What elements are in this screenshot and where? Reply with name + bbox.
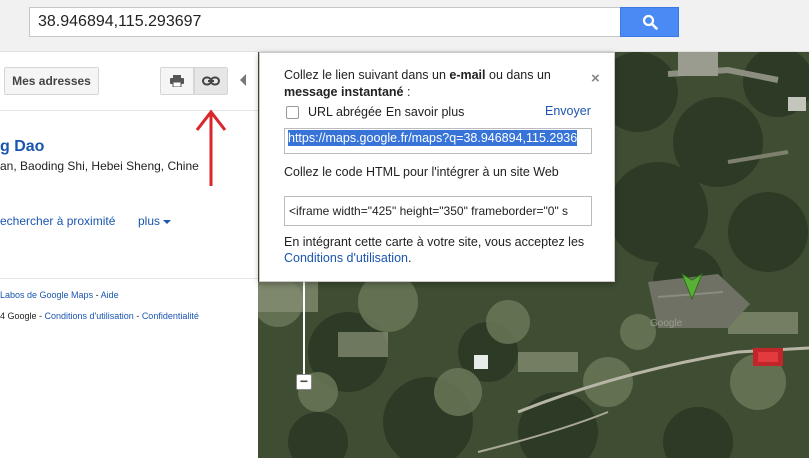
- print-button[interactable]: [160, 67, 194, 95]
- terms-link[interactable]: Conditions d'utilisation: [45, 311, 134, 321]
- chevron-down-icon: [163, 219, 172, 224]
- footer-sep: -: [93, 290, 101, 300]
- copyright-text: 4 Google: [0, 311, 37, 321]
- share-url-selected-text: https://maps.google.fr/maps?q=38.946894,…: [288, 130, 578, 146]
- footer-line-1: Labos de Google Maps - Aide: [0, 290, 119, 300]
- learn-more-link[interactable]: En savoir plus: [386, 105, 465, 119]
- left-panel: Mes adresses g Dao an, Baoding Shi, Hebe…: [0, 52, 258, 458]
- send-link[interactable]: Envoyer: [545, 104, 591, 118]
- footer-sep: -: [133, 311, 142, 321]
- share-intro-text: Collez le lien suivant dans un e-mail ou…: [284, 67, 584, 101]
- divider: [0, 278, 258, 279]
- footer-line-2: 4 Google - Conditions d'utilisation - Co…: [0, 311, 199, 321]
- help-link[interactable]: Aide: [101, 290, 119, 300]
- footer-sep: -: [36, 311, 45, 321]
- short-url-row: URL abrégée En savoir plus: [286, 105, 464, 119]
- terms-text: En intégrant cette carte à votre site, v…: [284, 235, 585, 249]
- plus-dropdown[interactable]: plus: [138, 214, 172, 228]
- close-icon[interactable]: ×: [591, 70, 600, 87]
- privacy-link[interactable]: Confidentialité: [142, 311, 199, 321]
- short-url-label: URL abrégée: [308, 105, 382, 119]
- link-icon: [202, 76, 220, 86]
- search-nearby-link[interactable]: echercher à proximité: [0, 214, 115, 228]
- intro-bold-message: message instantané: [284, 85, 404, 99]
- embed-html-label: Collez le code HTML pour l'intégrer à un…: [284, 165, 559, 179]
- zoom-out-button[interactable]: −: [296, 374, 312, 390]
- search-input[interactable]: [29, 7, 620, 37]
- print-icon: [170, 75, 184, 87]
- place-title[interactable]: g Dao: [0, 138, 44, 156]
- share-url-field[interactable]: https://maps.google.fr/maps?q=38.946894,…: [284, 128, 592, 154]
- intro-bold-email: e-mail: [449, 68, 486, 82]
- map-watermark: Google: [650, 318, 683, 329]
- map-marker-icon[interactable]: [680, 268, 704, 300]
- search-icon: [642, 14, 658, 30]
- top-bar: [0, 0, 809, 52]
- plus-label: plus: [138, 214, 161, 228]
- intro-text-1: Collez le lien suivant dans un: [284, 68, 450, 82]
- terms-of-use-link[interactable]: Conditions d'utilisation: [284, 251, 408, 265]
- collapse-arrow-icon[interactable]: [240, 74, 246, 86]
- place-address: an, Baoding Shi, Hebei Sheng, Chine: [0, 159, 199, 173]
- intro-text-2: ou dans un: [485, 68, 551, 82]
- embed-terms-text: En intégrant cette carte à votre site, v…: [284, 234, 594, 266]
- red-arrow-annotation: [195, 109, 227, 186]
- link-button[interactable]: [194, 67, 228, 95]
- embed-html-field[interactable]: <iframe width="425" height="350" framebo…: [284, 196, 592, 226]
- share-link-popup: Collez le lien suivant dans un e-mail ou…: [259, 52, 615, 282]
- labs-link[interactable]: Labos de Google Maps: [0, 290, 93, 300]
- search-button[interactable]: [620, 7, 679, 37]
- short-url-checkbox[interactable]: [286, 105, 299, 119]
- mes-adresses-button[interactable]: Mes adresses: [4, 67, 99, 95]
- zoom-slider-track[interactable]: [303, 282, 305, 374]
- terms-end: .: [408, 251, 412, 265]
- intro-text-3: :: [403, 85, 411, 99]
